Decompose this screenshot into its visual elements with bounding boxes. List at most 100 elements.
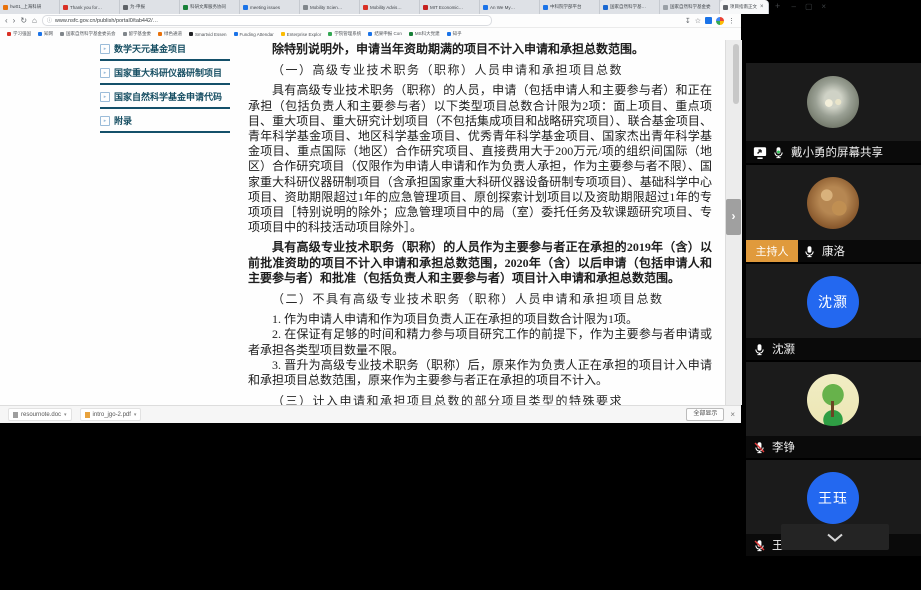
participant-name: 康洛: [822, 243, 845, 259]
bookmark-label: MS科大党建: [415, 31, 440, 37]
bookmark-item[interactable]: Enterprise Explor: [281, 32, 322, 37]
browser-tab[interactable]: 为-申报: [120, 0, 180, 14]
download-bar: resournote.doc▾ intro_jgo-2.pdf▾ 全部显示 ×: [0, 405, 741, 423]
browser-tab[interactable]: 国家自然科学基…: [600, 0, 660, 14]
back-icon[interactable]: ‹: [5, 14, 8, 27]
doc-paragraph: 具有高级专业技术职务（职称）的人员作为主要参与者正在承担的2019年（含）以前批…: [248, 240, 712, 286]
download-bar-close-icon[interactable]: ×: [724, 410, 741, 419]
bookmark-label: 国家自然科学基金委员会: [66, 31, 116, 37]
bookmark-star-icon[interactable]: ☆: [695, 17, 701, 25]
bookmark-favicon: [281, 32, 285, 36]
collapse-participants-button[interactable]: [781, 524, 889, 550]
doc-heading: （三）计入申请和承担项目总数的部分项目类型的特殊要求: [248, 394, 712, 405]
participant-name-bar: 主持人 康洛: [746, 240, 921, 262]
nav-item[interactable]: ▸国家重大科研仪器研制项目: [100, 61, 230, 85]
home-icon[interactable]: ⌂: [32, 14, 37, 27]
browser-tab[interactable]: MIT Economic…: [420, 0, 480, 14]
bookmark-favicon: [368, 32, 372, 36]
participant-tile[interactable]: 沈灏 沈灏: [746, 264, 921, 360]
download-item[interactable]: intro_jgo-2.pdf▾: [80, 408, 142, 421]
toolbar-extensions: ↧ ☆ ⋮: [685, 17, 741, 25]
maximize-icon[interactable]: ▢: [801, 0, 816, 14]
new-tab-button[interactable]: +: [769, 0, 786, 14]
tab-label: Mobility Advis…: [370, 5, 402, 10]
participant-tile[interactable]: 李铮: [746, 362, 921, 458]
scrollbar-thumb[interactable]: [733, 44, 739, 104]
avatar-photo: [807, 76, 859, 128]
bookmark-item[interactable]: 绿色通道: [158, 31, 182, 37]
download-icon[interactable]: ↧: [685, 17, 691, 25]
forward-icon[interactable]: ›: [13, 14, 16, 27]
bookmark-favicon: [234, 32, 238, 36]
close-icon[interactable]: ×: [816, 0, 831, 14]
window-controls: – ▢ ×: [786, 0, 831, 14]
participant-tile[interactable]: 主持人 康洛: [746, 165, 921, 262]
bookmark-label: 知网: [44, 31, 53, 37]
participant-tile[interactable]: 戴小勇的屏幕共享: [746, 63, 921, 163]
bookmark-label: Enterprise Explor: [287, 32, 322, 37]
mic-on-icon: [753, 342, 767, 357]
next-page-button[interactable]: ›: [726, 199, 741, 235]
expand-icon: ▸: [100, 92, 110, 102]
doc-side-nav: ▸数学天元基金项目 ▸国家重大科研仪器研制项目 ▸国家自然科学基金申请代码 ▸附…: [100, 40, 230, 133]
doc-heading: （一）高级专业技术职务（职称）人员申请和承担项目总数: [248, 63, 712, 78]
tab-favicon: [303, 5, 308, 10]
translate-extension-icon[interactable]: [705, 17, 712, 24]
tab-label: 中科院学部平台: [550, 4, 582, 10]
bookmark-item[interactable]: Funding Attendar: [234, 32, 274, 37]
tab-label: 项目指南正文: [730, 4, 757, 10]
tab-favicon: [723, 5, 728, 10]
chevron-down-icon[interactable]: ▾: [64, 412, 67, 418]
doc-file-icon: [13, 412, 18, 418]
bookmark-label: 学院管理系统: [334, 31, 361, 37]
mic-muted-icon: [753, 538, 767, 553]
bookmark-item[interactable]: MS科大党建: [409, 31, 440, 37]
tab-close-icon[interactable]: ×: [760, 4, 764, 10]
bookmark-item[interactable]: 学习强国: [7, 31, 31, 37]
site-info-icon[interactable]: ⓘ: [47, 17, 52, 24]
bookmark-label: 知乎: [453, 31, 462, 37]
reload-icon[interactable]: ↻: [20, 14, 27, 27]
browser-tab[interactable]: Mobility Advis…: [360, 0, 420, 14]
browser-tab[interactable]: Thank you for…: [60, 0, 120, 14]
tab-favicon: [63, 5, 68, 10]
expand-icon: ▸: [100, 116, 110, 126]
bookmark-item[interactable]: 知网: [38, 31, 53, 37]
bookmark-label: Smartvid Essen: [195, 32, 227, 37]
tab-label: An We My…: [490, 5, 515, 10]
browser-menu-icon[interactable]: ⋮: [728, 17, 735, 25]
chevron-down-icon[interactable]: ▾: [134, 412, 137, 418]
address-bar[interactable]: ⓘ www.nsfc.gov.cn/publish/portal0/tab442…: [42, 15, 492, 26]
browser-tab[interactable]: meeting issues: [240, 0, 300, 14]
browser-tab[interactable]: 中科院学部平台: [540, 0, 600, 14]
browser-tab[interactable]: hw01_上海科研: [0, 0, 60, 14]
bookmark-item[interactable]: 结果申报 Con: [368, 31, 402, 37]
bookmark-item[interactable]: 知乎: [447, 31, 462, 37]
browser-tab[interactable]: 国家自然科学基金委: [660, 0, 720, 14]
bookmark-favicon: [328, 32, 332, 36]
browser-tab[interactable]: An We My…: [480, 0, 540, 14]
tab-favicon: [543, 5, 548, 10]
nav-item[interactable]: ▸数学天元基金项目: [100, 40, 230, 61]
bookmark-favicon: [447, 32, 451, 36]
doc-paragraph: 1. 作为申请人申请和作为项目负责人正在承担的项目数合计限为1项。: [248, 312, 712, 327]
bookmark-item[interactable]: 留学基金委: [123, 31, 152, 37]
bookmark-item[interactable]: Smartvid Essen: [189, 32, 227, 37]
minimize-icon[interactable]: –: [786, 0, 801, 14]
participant-name: 戴小勇的屏幕共享: [791, 144, 883, 160]
nav-item[interactable]: ▸国家自然科学基金申请代码: [100, 85, 230, 109]
browser-tab-active[interactable]: 项目指南正文×: [720, 0, 769, 14]
bookmark-item[interactable]: 国家自然科学基金委员会: [60, 31, 116, 37]
download-item[interactable]: resournote.doc▾: [8, 408, 72, 421]
profile-avatar[interactable]: [716, 17, 724, 25]
doc-paragraph: 2. 在保证有足够的时间和精力参与项目研究工作的前提下，作为主要参与者申请或者承…: [248, 327, 712, 357]
tab-favicon: [423, 5, 428, 10]
show-all-downloads-button[interactable]: 全部显示: [686, 408, 724, 421]
bookmark-item[interactable]: 学院管理系统: [328, 31, 361, 37]
browser-tab[interactable]: 科研文库服务协同: [180, 0, 240, 14]
nav-label: 数学天元基金项目: [114, 42, 186, 55]
nav-item[interactable]: ▸附录: [100, 109, 230, 133]
screen-share-icon: [753, 145, 767, 160]
participant-name-bar: 戴小勇的屏幕共享: [746, 141, 921, 163]
browser-tab[interactable]: Mobility Scien…: [300, 0, 360, 14]
